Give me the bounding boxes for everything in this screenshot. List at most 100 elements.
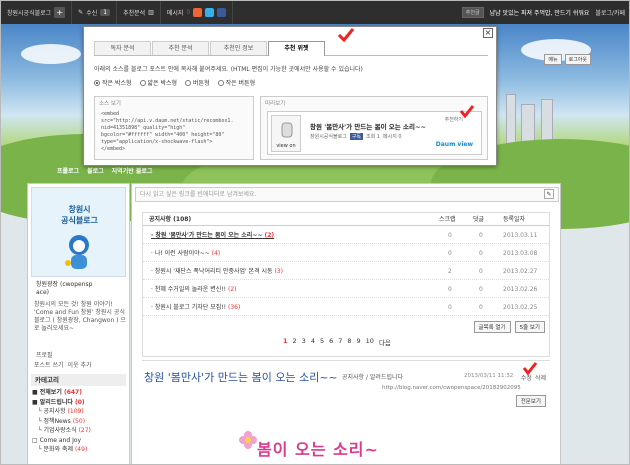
col-comment: 덧글 bbox=[473, 216, 485, 223]
messages-count: 0 bbox=[186, 9, 191, 16]
headline-quote[interactable]: 냠냠 맛있는 퍼져 주먹밥, 만드기 쉬워요 bbox=[490, 8, 590, 17]
category-item[interactable]: └ 공지사항 (109) bbox=[32, 407, 91, 417]
add-neighbor-link[interactable]: 이웃 추가 bbox=[68, 360, 92, 369]
popup-description: 아래의 소스를 블로그 포스트 안에 복사해 붙여주세요. (HTML 편집이 … bbox=[94, 66, 363, 73]
radio-dot bbox=[217, 79, 224, 86]
view-on-badge[interactable]: view on bbox=[271, 115, 301, 152]
top-bar: 창원시공식블로그 + ✎ 수신 1 추천분석 ▥ 메시지 0 추천글 냠냠 맛있… bbox=[1, 1, 629, 24]
checkmark-icon bbox=[459, 105, 475, 118]
source-box: 소스 보기 <embed src="http://api.v.daum.net/… bbox=[94, 96, 254, 160]
plus-icon[interactable]: + bbox=[54, 7, 66, 18]
logo-line1: 창원시 bbox=[68, 205, 91, 214]
recommend-status[interactable]: ✎ 수신 1 bbox=[72, 1, 118, 24]
full-view-button[interactable]: 전문보기 bbox=[515, 395, 546, 407]
radio-small-box[interactable]: 작은 박스형 bbox=[94, 78, 132, 87]
post-category[interactable]: 공지사항 / 알려드립니다 bbox=[342, 372, 403, 381]
post-date: 2013/03/11 11:32 bbox=[464, 373, 514, 379]
cloud-decoration bbox=[21, 44, 81, 64]
tab-recommender-info[interactable]: 추천인 정보 bbox=[210, 41, 267, 55]
logo-line2: 공식블로그 bbox=[61, 216, 98, 225]
hand-icon bbox=[281, 122, 293, 138]
twitter-icon[interactable] bbox=[205, 8, 215, 17]
page-link[interactable]: 10 bbox=[366, 337, 374, 347]
recommend-select[interactable]: 추천글 bbox=[461, 7, 484, 18]
mascot-icon bbox=[65, 235, 89, 269]
close-icon[interactable]: × bbox=[483, 28, 493, 38]
notice-header: 공지사항 (108) 스크랩 덧글 등록일자 bbox=[143, 213, 549, 226]
tab-reader-analysis[interactable]: 독자 분석 bbox=[94, 41, 151, 55]
page-link[interactable]: 5 bbox=[320, 337, 324, 347]
blog-owner[interactable]: 창원광장 (cwopensp ace) bbox=[36, 281, 92, 297]
category-item[interactable]: └ 정책News (50) bbox=[32, 417, 91, 427]
table-row[interactable]: · 창원시 블로그 기자단 모집!! (36) 0 0 2013.02.25 bbox=[143, 299, 549, 316]
radio-small-button[interactable]: 작은 버튼형 bbox=[217, 78, 256, 87]
facebook-icon[interactable] bbox=[217, 8, 227, 17]
category-item[interactable]: ■ 알리드립니다 (0) bbox=[32, 398, 91, 408]
recommend-count: 1 bbox=[100, 9, 111, 16]
blog-cafe-link[interactable]: 블로그/카페 bbox=[595, 8, 625, 17]
radio-label: 얇은 박스형 bbox=[147, 80, 178, 87]
write-post-link[interactable]: 포스트 쓰기 bbox=[34, 360, 64, 369]
table-row[interactable]: · 천혜 수거일의 놀라운 변신!! (2) 0 0 2013.02.26 bbox=[143, 281, 549, 298]
blog-logo[interactable]: 창원시 공식블로그 bbox=[31, 187, 126, 277]
nav-tag[interactable]: 지역기반 블로그 bbox=[112, 166, 153, 175]
category-item[interactable]: └ 문화와 축제 (49) bbox=[32, 445, 91, 455]
radio-button[interactable]: 버튼형 bbox=[185, 78, 210, 87]
menu-button[interactable]: 메뉴 bbox=[544, 54, 562, 65]
page-link[interactable]: 3 bbox=[302, 337, 306, 347]
tab-recommend-widget[interactable]: 추천 위젯 bbox=[268, 41, 325, 56]
logout-button[interactable]: 로그아웃 bbox=[564, 54, 591, 65]
list-open-button[interactable]: 글목록 열기 bbox=[473, 321, 511, 333]
link-input[interactable]: 다시 읽고 싶은 링크를 빈에디터로 남겨보세요. bbox=[135, 187, 559, 202]
popup-tabs: 독자 분석 추천 분석 추천인 정보 추천 위젯 bbox=[94, 41, 488, 56]
widget-type-radios: 작은 박스형 얇은 박스형 버튼형 작은 버튼형 bbox=[94, 78, 255, 87]
source-code[interactable]: <embed src="http://api.v.daum.net/static… bbox=[95, 109, 253, 155]
pin-icon: ✎ bbox=[78, 9, 84, 16]
tab-recommend-analysis[interactable]: 추천 분석 bbox=[152, 41, 209, 55]
mail-icon[interactable] bbox=[193, 8, 203, 17]
flower-icon bbox=[239, 431, 257, 449]
post-title[interactable]: 창원 '봄만사'가 만드는 봄이 오는 소리~~ bbox=[144, 369, 338, 385]
checkmark-icon bbox=[337, 28, 355, 43]
category-list: ■ 전체보기 (647) ■ 알리드립니다 (0) └ 공지사항 (109) └… bbox=[32, 388, 91, 455]
table-row[interactable]: · 창원시 '재단스 폭낙어리티 안중사업' 본격 시동 (3) 2 0 201… bbox=[143, 263, 549, 280]
blog-switcher[interactable]: 창원시공식블로그 + bbox=[1, 1, 73, 24]
page-link[interactable]: 1 bbox=[283, 337, 288, 347]
chart-icon: ▥ bbox=[148, 9, 154, 16]
radio-label: 작은 버튼형 bbox=[225, 80, 256, 87]
notice-title: 공지사항 (108) bbox=[149, 216, 192, 223]
radio-thin-box[interactable]: 얇은 박스형 bbox=[139, 78, 178, 87]
preview-box: 미리보기 view on 창원 '봄만사'가 만드는 봄이 오는 소리~~ 창원… bbox=[260, 96, 488, 160]
profile-link[interactable]: 프로필 bbox=[36, 350, 53, 359]
nav-prologue[interactable]: 프롤로그 bbox=[57, 166, 79, 175]
page-link[interactable]: 7 bbox=[338, 337, 342, 347]
page-link[interactable]: 9 bbox=[357, 337, 361, 347]
post-url[interactable]: http://blog.naver.com/cwopenspace/201829… bbox=[382, 385, 521, 391]
category-item[interactable]: □ Come and Joy bbox=[32, 436, 91, 446]
radio-label: 버튼형 bbox=[193, 80, 210, 87]
category-item[interactable]: ■ 전체보기 (647) bbox=[32, 388, 91, 398]
widget-subscribe[interactable]: 구독 bbox=[349, 133, 364, 140]
recommend-stats-button[interactable]: 추천분석 ▥ bbox=[117, 1, 161, 24]
radio-label: 작은 박스형 bbox=[102, 80, 132, 87]
per-page-select[interactable]: 5줄 보기 bbox=[514, 321, 545, 333]
left-sidebar: 창원시 공식블로그 창원광장 (cwopensp ace) 창원시의 모든 것!… bbox=[27, 183, 130, 464]
col-date[interactable]: 등록일자 bbox=[503, 213, 525, 226]
post-banner: 봄이 오는 소리~ bbox=[257, 440, 379, 459]
pencil-icon[interactable]: ✎ bbox=[544, 189, 554, 199]
main-content: 다시 읽고 싶은 링크를 빈에디터로 남겨보세요. ✎ 공지사항 (108) 스… bbox=[131, 183, 561, 464]
recommend-stats-label: 추천분석 bbox=[123, 10, 146, 17]
messages-label: 메시지 bbox=[166, 10, 184, 17]
page-link[interactable]: 6 bbox=[329, 337, 333, 347]
table-row[interactable]: · 나! 이런 사람이야~~ (4) 0 0 2013.03.08 bbox=[143, 245, 549, 262]
next-page-link[interactable]: 다음 bbox=[379, 337, 391, 347]
page-link[interactable]: 8 bbox=[347, 337, 351, 347]
page-link[interactable]: 4 bbox=[311, 337, 315, 347]
recommend-label: 수신 bbox=[86, 10, 98, 17]
table-row[interactable]: · 창원 '봄만사'가 만드는 봄이 오는 소리~~ (2) 0 0 2013.… bbox=[143, 227, 549, 244]
nav-blog[interactable]: 블로그 bbox=[87, 166, 104, 175]
category-item[interactable]: └ 기업사랑소식 (27) bbox=[32, 426, 91, 436]
messages-button[interactable]: 메시지 0 bbox=[161, 1, 234, 24]
widget-title[interactable]: 창원 '봄만사'가 만드는 봄이 오는 소리~~ bbox=[310, 121, 426, 131]
page-link[interactable]: 2 bbox=[293, 337, 297, 347]
